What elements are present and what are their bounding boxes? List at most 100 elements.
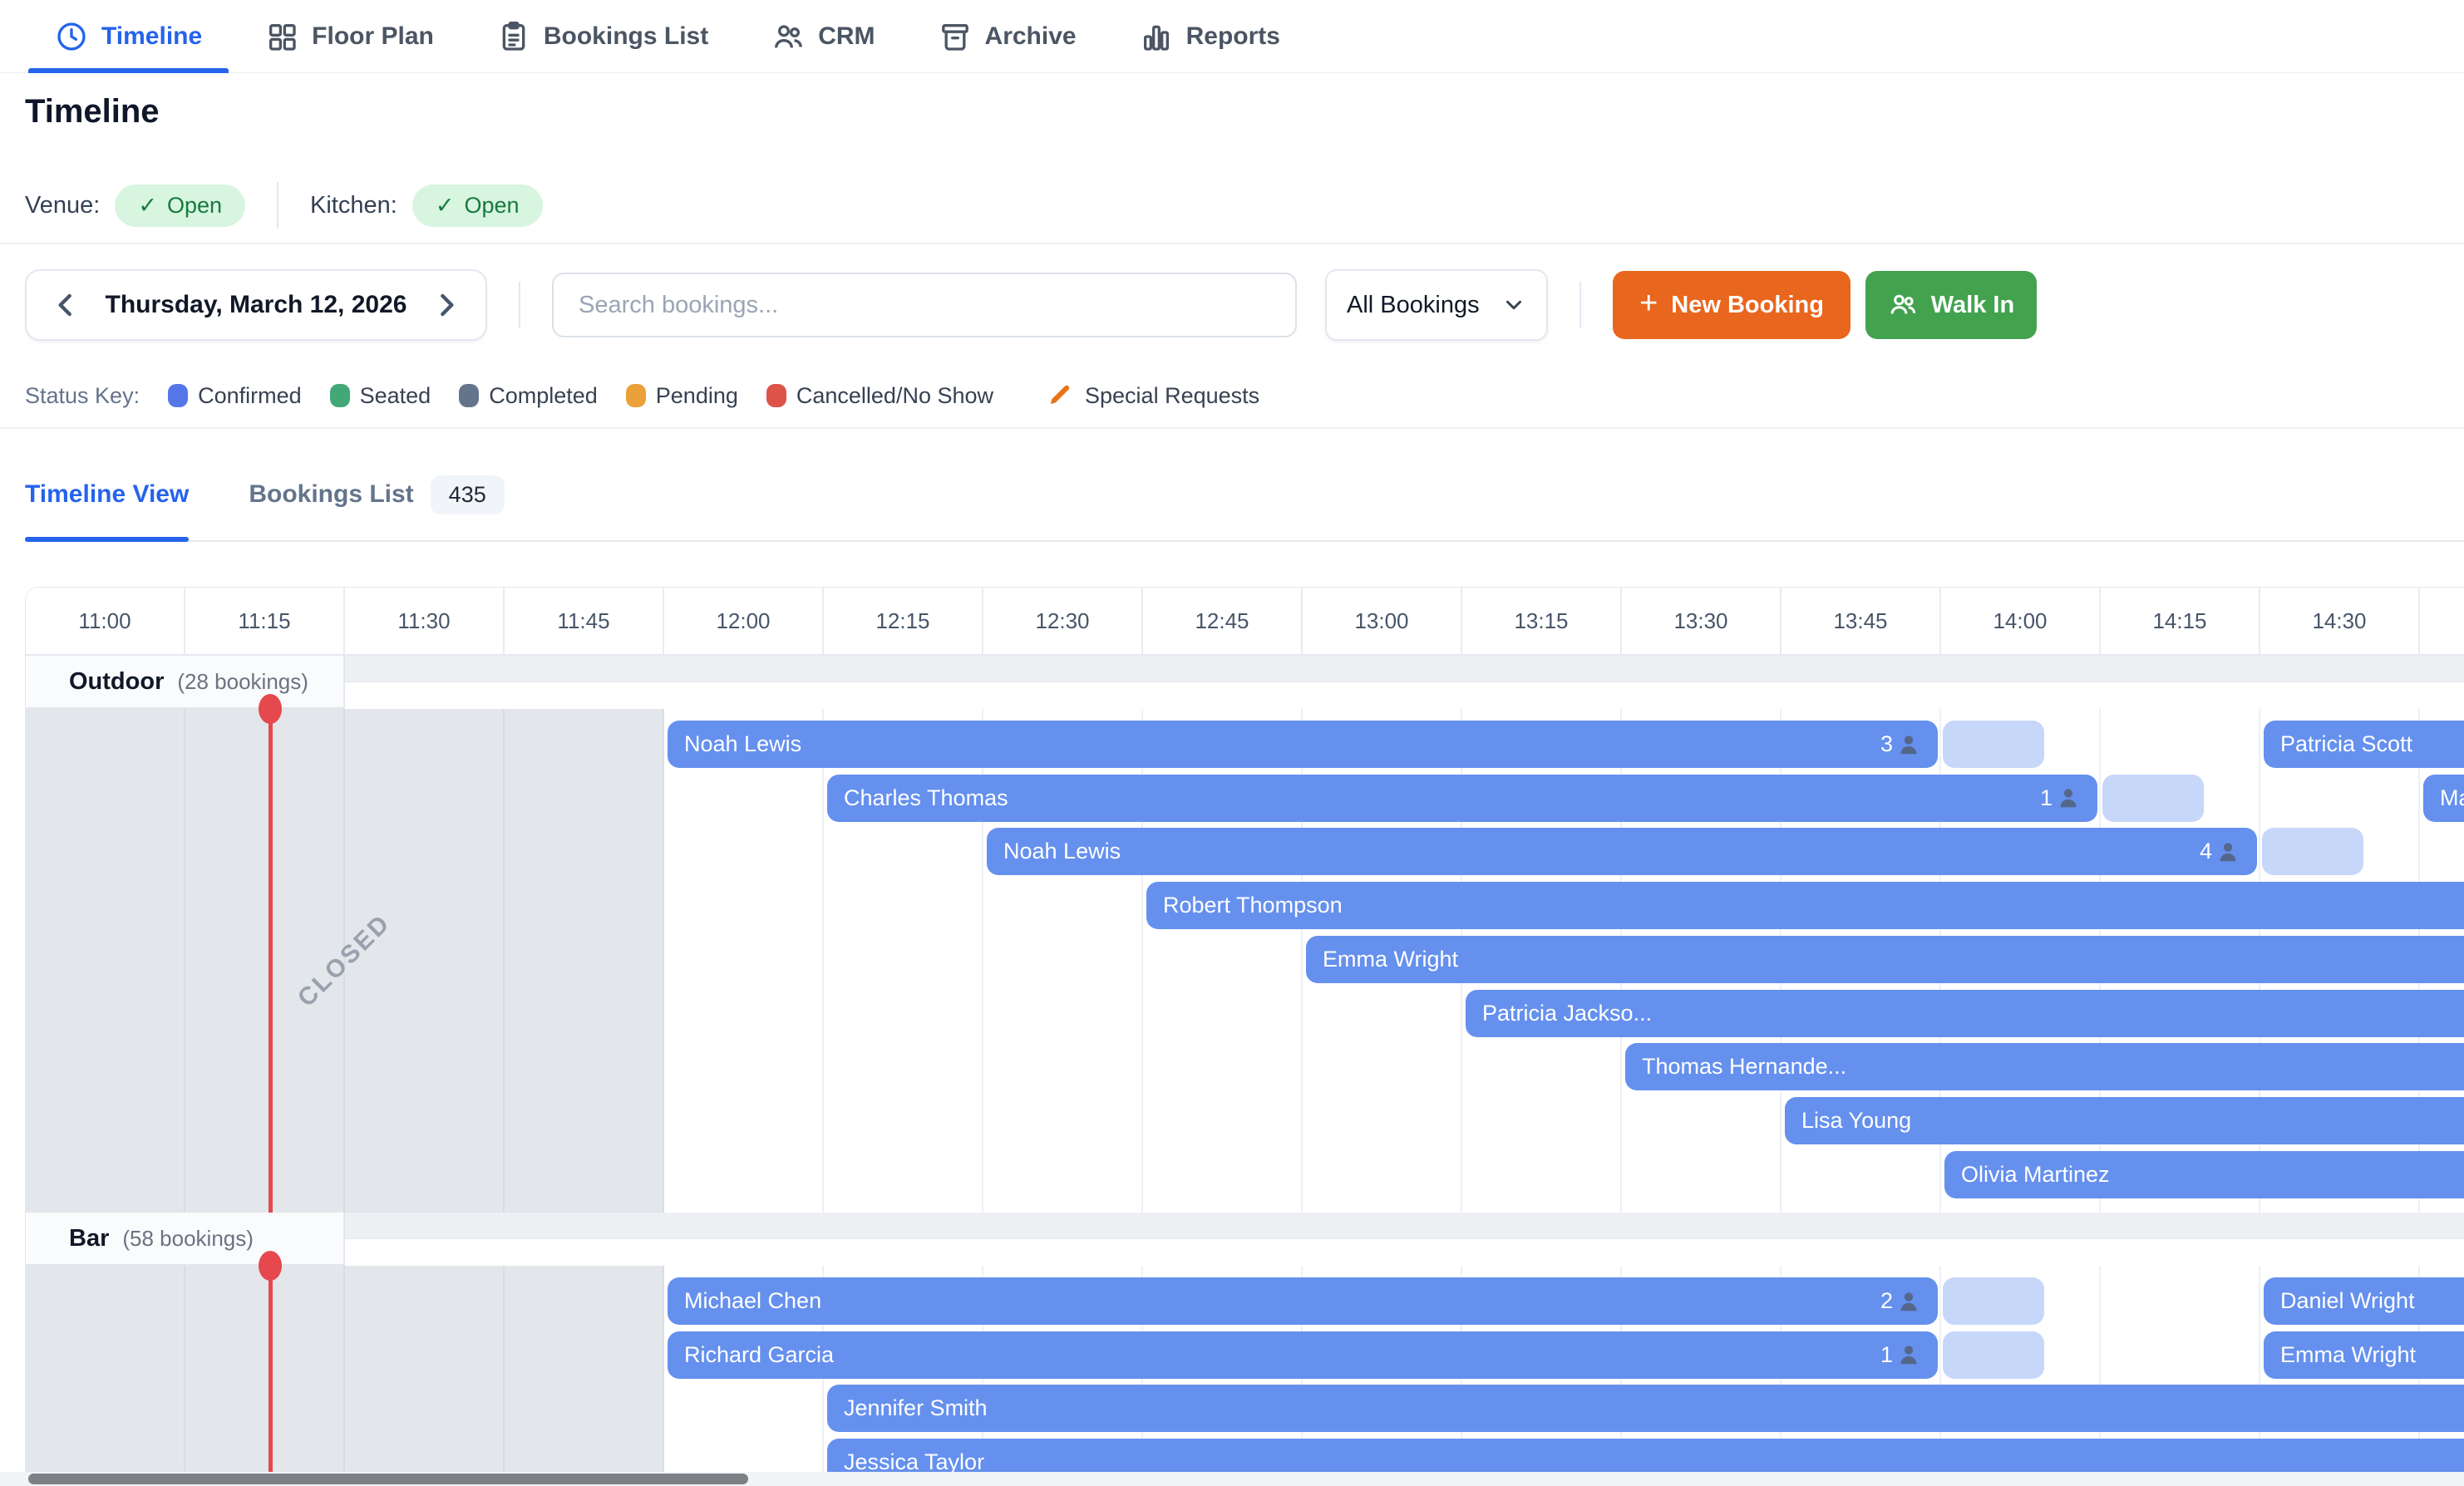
new-booking-button[interactable]: + New Booking bbox=[1613, 271, 1850, 339]
time-header-cell: 14:00 bbox=[1941, 588, 2101, 654]
nav-tab-crm[interactable]: CRM bbox=[740, 0, 906, 72]
horizontal-scrollbar-track bbox=[0, 1472, 2464, 1486]
person-icon bbox=[1896, 1342, 1921, 1367]
date-label: Thursday, March 12, 2026 bbox=[106, 291, 407, 319]
booking-bar[interactable]: Lisa Young bbox=[1785, 1097, 2464, 1144]
venue-status-row: Venue: ✓ Open Kitchen: ✓ Open bbox=[25, 181, 543, 229]
booking-bar[interactable]: Thomas Hernande... bbox=[1625, 1043, 2464, 1090]
plus-icon: + bbox=[1639, 288, 1658, 319]
person-icon bbox=[1896, 732, 1921, 757]
special-requests-key: Special Requests bbox=[1047, 382, 1259, 409]
booking-guest-name: Michael Chen bbox=[684, 1288, 821, 1314]
booking-guest-name: Jennifer Smith bbox=[844, 1395, 988, 1421]
section-name: Bar bbox=[69, 1225, 109, 1252]
nav-tab-reports[interactable]: Reports bbox=[1108, 0, 1312, 72]
booking-bar[interactable]: Daniel Wright bbox=[2264, 1277, 2464, 1325]
clipboard-icon bbox=[497, 20, 530, 53]
horizontal-scrollbar-thumb[interactable] bbox=[28, 1474, 748, 1484]
section-label-box: Bar(58 bookings) bbox=[26, 1213, 345, 1266]
booking-guest-name: Lisa Young bbox=[1801, 1108, 1911, 1134]
pencil-icon bbox=[1047, 382, 1073, 409]
closed-label: CLOSED bbox=[293, 908, 397, 1012]
booking-bar[interactable]: Emma Wright bbox=[2264, 1331, 2464, 1379]
status-dot bbox=[766, 384, 786, 407]
status-key-item: Pending bbox=[626, 383, 738, 409]
booking-bar[interactable]: Noah Lewis4 bbox=[987, 828, 2257, 875]
booking-bar[interactable]: Robert Thompson1 bbox=[1146, 882, 2464, 929]
booking-guest-name: Emma Wright bbox=[2280, 1342, 2416, 1368]
booking-guest-name: Noah Lewis bbox=[684, 731, 801, 757]
nav-tab-label: Timeline bbox=[101, 22, 202, 51]
tab-bookings-list[interactable]: Bookings List 435 bbox=[249, 449, 504, 540]
booking-bar[interactable]: Noah Lewis3 bbox=[668, 721, 1938, 768]
booking-guest-name: Patricia Jackso... bbox=[1482, 1001, 1652, 1026]
booking-guest-name: Richard Garcia bbox=[684, 1342, 834, 1368]
chevron-left-icon[interactable] bbox=[48, 287, 85, 323]
booking-guest-name: Mat bbox=[2440, 785, 2464, 811]
status-dot bbox=[330, 384, 350, 407]
section-header-outdoor: Outdoor(28 bookings) bbox=[26, 656, 2464, 709]
status-key: Status Key: ConfirmedSeatedCompletedPend… bbox=[25, 371, 1259, 421]
users-icon bbox=[771, 20, 805, 53]
status-key-item: Cancelled/No Show bbox=[766, 383, 993, 409]
booking-bar[interactable]: Patricia Scott bbox=[2264, 721, 2464, 768]
nav-tab-archive[interactable]: Archive bbox=[907, 0, 1108, 72]
section-label-box: Outdoor(28 bookings) bbox=[26, 656, 345, 709]
time-header-cell: 13:15 bbox=[1462, 588, 1622, 654]
booking-bar[interactable]: Emma Wright bbox=[1306, 936, 2464, 983]
booking-bar[interactable]: Charles Thomas1 bbox=[827, 775, 2097, 822]
venue-open-badge: ✓ Open bbox=[115, 185, 245, 227]
booking-buffer bbox=[2262, 828, 2363, 875]
check-icon: ✓ bbox=[138, 193, 157, 219]
divider bbox=[1579, 282, 1581, 328]
tab-timeline-view[interactable]: Timeline View bbox=[25, 449, 189, 540]
closed-region: CLOSED bbox=[26, 709, 664, 1213]
booking-bar[interactable]: Jennifer Smith5 bbox=[827, 1385, 2464, 1432]
timeline-grid: 11:0011:1511:3011:4512:0012:1512:3012:45… bbox=[25, 587, 2464, 1486]
bookings-filter-select[interactable]: All Bookings bbox=[1325, 269, 1548, 341]
booking-bar[interactable]: Patricia Jackso... bbox=[1466, 990, 2464, 1037]
current-time-line bbox=[269, 1266, 273, 1486]
section-strip bbox=[345, 1213, 2464, 1239]
time-header: 11:0011:1511:3011:4512:0012:1512:3012:45… bbox=[26, 588, 2464, 656]
clock-icon bbox=[55, 20, 88, 53]
check-icon: ✓ bbox=[436, 193, 455, 219]
walk-in-button[interactable]: Walk In bbox=[1865, 271, 2037, 339]
time-header-cell: 12:15 bbox=[824, 588, 983, 654]
page-title: Timeline bbox=[25, 93, 160, 130]
section-header-bar: Bar(58 bookings) bbox=[26, 1213, 2464, 1266]
booking-bar[interactable]: Richard Garcia1 bbox=[668, 1331, 1938, 1379]
venue-label: Venue: bbox=[25, 192, 100, 219]
person-icon bbox=[1896, 1289, 1921, 1314]
closed-region: CLOSED bbox=[26, 1266, 664, 1486]
nav-tab-timeline[interactable]: Timeline bbox=[23, 0, 234, 72]
bookings-count-badge: 435 bbox=[431, 475, 505, 514]
time-header-cell: 11:00 bbox=[26, 588, 185, 654]
time-header-cell: 14:30 bbox=[2260, 588, 2420, 654]
status-key-item: Confirmed bbox=[168, 383, 302, 409]
booking-bar[interactable]: Olivia Martinez bbox=[1944, 1151, 2464, 1198]
nav-tab-bookings-list[interactable]: Bookings List bbox=[466, 0, 740, 72]
time-header-cell: 12:00 bbox=[664, 588, 824, 654]
booking-buffer bbox=[1943, 721, 2044, 768]
bar-chart-icon bbox=[1140, 20, 1173, 53]
chevron-right-icon[interactable] bbox=[427, 287, 464, 323]
status-dot bbox=[626, 384, 646, 407]
booking-buffer bbox=[1943, 1331, 2044, 1379]
status-key-label: Status Key: bbox=[25, 383, 140, 409]
booking-buffer bbox=[2102, 775, 2204, 822]
top-nav: Timeline Floor PlanBookings ListCRM Archiv… bbox=[0, 0, 2464, 73]
guest-count: 4 bbox=[2200, 839, 2240, 864]
booking-bar[interactable]: Michael Chen 2 bbox=[668, 1277, 1938, 1325]
nav-tab-floor-plan[interactable]: Floor Plan bbox=[234, 0, 466, 72]
date-navigator[interactable]: Thursday, March 12, 2026 bbox=[25, 269, 487, 341]
chevron-down-icon bbox=[1501, 293, 1526, 317]
guest-count: 1 bbox=[2040, 785, 2081, 811]
time-header-cell: 13:00 bbox=[1303, 588, 1462, 654]
time-header-cell: 11:45 bbox=[505, 588, 664, 654]
toolbar: Thursday, March 12, 2026 All Bookings + … bbox=[25, 269, 2464, 341]
search-input[interactable] bbox=[552, 273, 1297, 337]
guest-count: 2 bbox=[1880, 1288, 1921, 1314]
booking-bar[interactable]: Mat bbox=[2423, 775, 2464, 822]
nav-tab-label: Archive bbox=[985, 22, 1077, 51]
